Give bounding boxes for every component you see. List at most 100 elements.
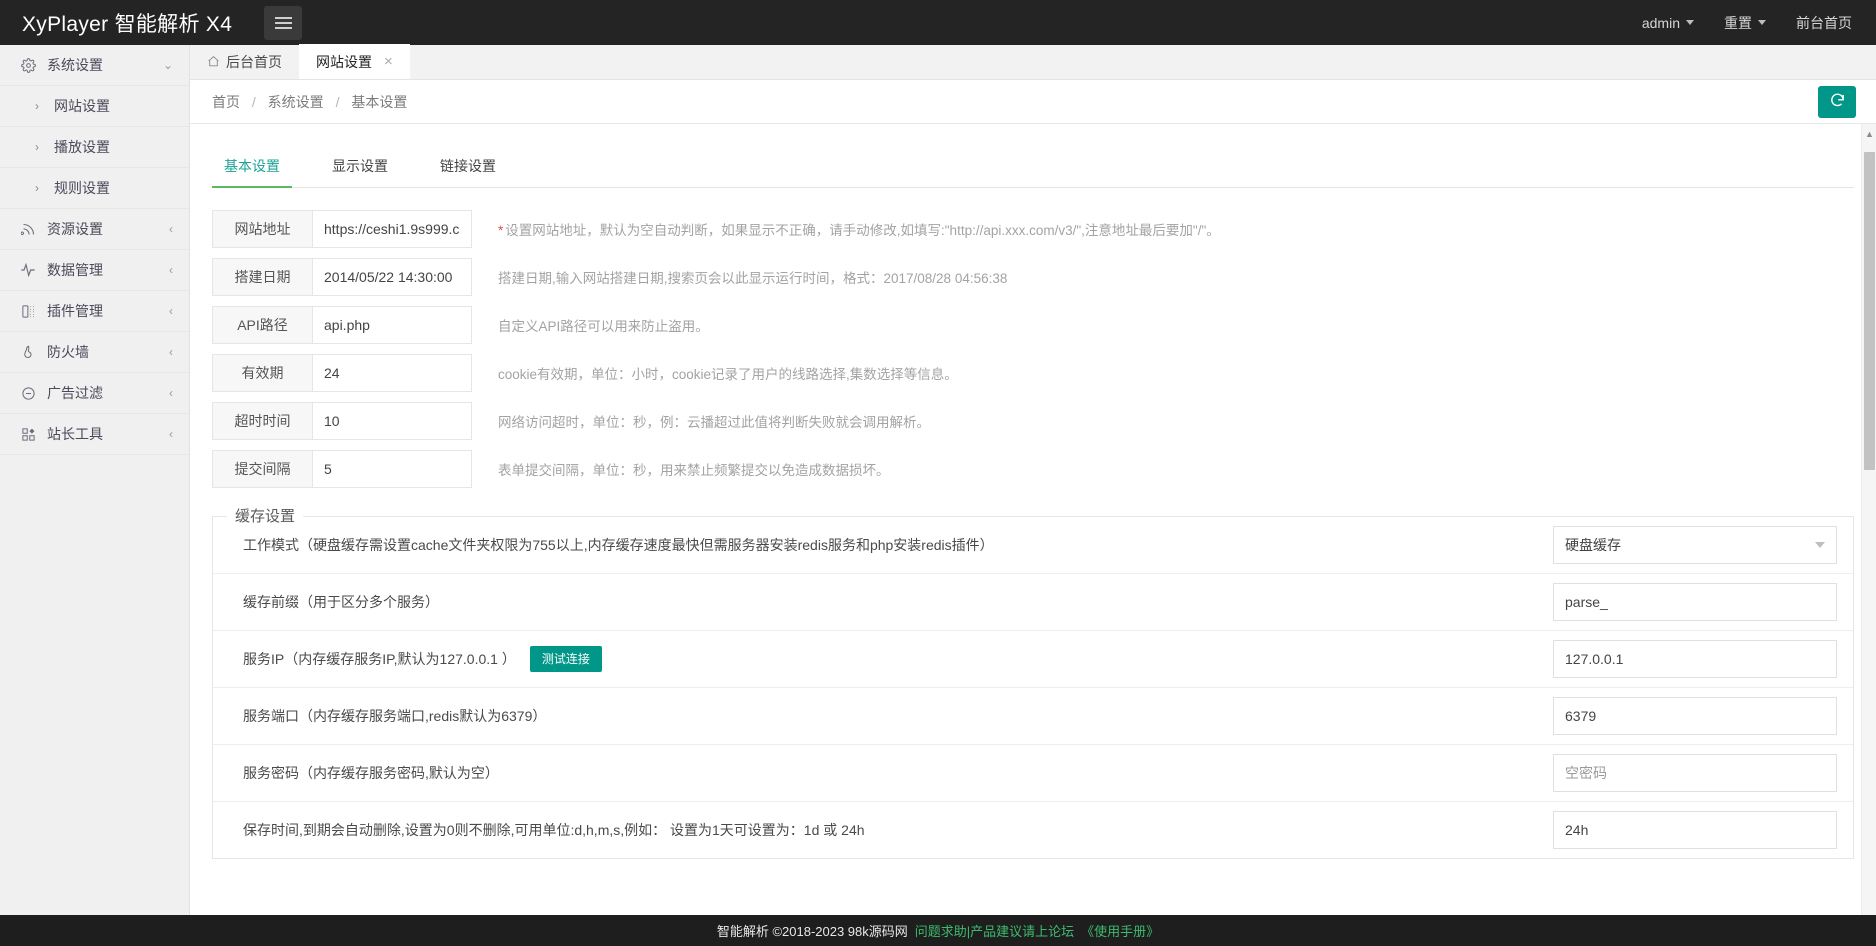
sidebar-label: 广告过滤 (47, 383, 103, 403)
form-hint: 网络访问超时，单位：秒，例：云播超过此值将判断失败就会调用解析。 (498, 411, 930, 431)
cache-settings-section: 缓存设置 工作模式（硬盘缓存需设置cache文件夹权限为755以上,内存缓存速度… (212, 516, 1854, 859)
gear-icon (18, 58, 38, 73)
home-icon (207, 55, 220, 68)
app-root: XyPlayer 智能解析 X4 admin 重置 前台首页 (0, 0, 1876, 946)
chevron-left-icon: ‹ (169, 428, 173, 440)
window-tab-website-settings[interactable]: 网站设置 × (299, 44, 410, 79)
footer-forum-link[interactable]: 问题求助|产品建议请上论坛 (915, 921, 1074, 940)
submit-interval-input[interactable] (312, 450, 472, 488)
sidebar-item-website-settings[interactable]: › 网站设置 (0, 86, 189, 127)
sidebar-nav: 系统设置 ⌄ › 网站设置 › 播放设置 › 规则设置 资源设置 ‹ (0, 45, 190, 946)
cache-prefix-input[interactable] (1553, 583, 1837, 621)
form-label: 搭建日期 (212, 258, 312, 296)
chevron-down-icon: ⌄ (163, 59, 173, 71)
window-tab-dashboard[interactable]: 后台首页 (190, 44, 299, 79)
cache-label: 服务IP（内存缓存服务IP,默认为127.0.0.1 ） 测试连接 (243, 646, 1553, 672)
sidebar-item-play-settings[interactable]: › 播放设置 (0, 127, 189, 168)
sidebar-item-firewall[interactable]: 防火墙 ‹ (0, 332, 189, 373)
minus-circle-icon (18, 386, 38, 401)
plugin-icon (18, 304, 38, 319)
sidebar-label: 系统设置 (47, 55, 103, 75)
cache-label: 服务端口（内存缓存服务端口,redis默认为6379） (243, 706, 1553, 726)
cache-label-text: 服务IP（内存缓存服务IP,默认为127.0.0.1 ） (243, 649, 516, 669)
service-ip-input[interactable] (1553, 640, 1837, 678)
breadcrumb-item-home[interactable]: 首页 (212, 94, 240, 110)
api-path-input[interactable] (312, 306, 472, 344)
form-row-site-url: 网站地址 *设置网站地址，默认为空自动判断，如果显示不正确，请手动修改,如填写:… (212, 210, 1854, 248)
scrollbar-thumb[interactable] (1864, 152, 1875, 470)
sidebar-item-data-management[interactable]: 数据管理 ‹ (0, 250, 189, 291)
vertical-scrollbar[interactable]: ▲ ▼ (1861, 124, 1876, 946)
grid-icon (18, 427, 38, 442)
work-mode-value: 硬盘缓存 (1565, 535, 1621, 555)
chevron-down-icon (1758, 20, 1766, 25)
sidebar-label: 播放设置 (54, 137, 110, 157)
header-reset-menu[interactable]: 重置 (1724, 13, 1766, 33)
cache-row-service-password: 服务密码（内存缓存服务密码,默认为空） (213, 745, 1853, 802)
header-right-actions: admin 重置 前台首页 (1642, 13, 1876, 33)
tab-display-settings[interactable]: 显示设置 (320, 156, 400, 187)
cache-label: 工作模式（硬盘缓存需设置cache文件夹权限为755以上,内存缓存速度最快但需服… (243, 535, 1553, 555)
breadcrumb-item-system-settings[interactable]: 系统设置 (268, 94, 324, 110)
breadcrumb: 首页 / 系统设置 / 基本设置 (212, 92, 407, 112)
footer-manual-link[interactable]: 《使用手册》 (1081, 921, 1159, 940)
site-url-input[interactable] (312, 210, 472, 248)
main-content-area: 后台首页 网站设置 × 首页 / 系统设置 / 基本设置 (190, 45, 1876, 946)
chevron-right-icon: › (30, 181, 44, 195)
breadcrumb-bar: 首页 / 系统设置 / 基本设置 (190, 80, 1876, 124)
sidebar-item-ad-filter[interactable]: 广告过滤 ‹ (0, 373, 189, 414)
chevron-left-icon: ‹ (169, 305, 173, 317)
sidebar-item-resource-settings[interactable]: 资源设置 ‹ (0, 209, 189, 250)
sidebar-label: 站长工具 (47, 424, 103, 444)
breadcrumb-separator: / (252, 94, 256, 110)
cache-control: 硬盘缓存 (1553, 526, 1837, 564)
form-hint: cookie有效期，单位：小时，cookie记录了用户的线路选择,集数选择等信息… (498, 363, 958, 383)
sidebar-label: 资源设置 (47, 219, 103, 239)
tab-label: 基本设置 (224, 158, 280, 174)
sidebar-label: 规则设置 (54, 178, 110, 198)
form-hint: *设置网站地址，默认为空自动判断，如果显示不正确，请手动修改,如填写:"http… (498, 219, 1220, 239)
chevron-left-icon: ‹ (169, 264, 173, 276)
header-reset-label: 重置 (1724, 13, 1752, 33)
tab-basic-settings[interactable]: 基本设置 (212, 156, 292, 187)
tab-label: 链接设置 (440, 158, 496, 174)
sidebar-item-rule-settings[interactable]: › 规则设置 (0, 168, 189, 209)
header-frontend-link[interactable]: 前台首页 (1796, 13, 1852, 33)
settings-content: 基本设置 显示设置 链接设置 网站地址 *设置网站地址，默认为空自动判断，如果显… (190, 146, 1876, 859)
basic-settings-form: 网站地址 *设置网站地址，默认为空自动判断，如果显示不正确，请手动修改,如填写:… (190, 188, 1876, 488)
close-icon[interactable]: × (384, 53, 393, 70)
form-hint-text: 设置网站地址，默认为空自动判断，如果显示不正确，请手动修改,如填写:"http:… (505, 223, 1219, 238)
service-port-input[interactable] (1553, 697, 1837, 735)
chevron-left-icon: ‹ (169, 387, 173, 399)
tab-label: 显示设置 (332, 158, 388, 174)
cache-label: 缓存前缀（用于区分多个服务） (243, 592, 1553, 612)
timeout-input[interactable] (312, 402, 472, 440)
sidebar-label: 数据管理 (47, 260, 103, 280)
chevron-right-icon: › (30, 140, 44, 154)
scroll-up-icon[interactable]: ▲ (1862, 126, 1876, 142)
sidebar-item-plugin-management[interactable]: 插件管理 ‹ (0, 291, 189, 332)
hamburger-icon[interactable] (264, 6, 302, 40)
service-password-input[interactable] (1553, 754, 1837, 792)
footer-copyright: 智能解析 ©2018-2023 98k源码网 (717, 921, 908, 940)
cache-settings-legend: 缓存设置 (227, 505, 303, 526)
cookie-expiry-input[interactable] (312, 354, 472, 392)
chevron-left-icon: ‹ (169, 223, 173, 235)
build-date-input[interactable] (312, 258, 472, 296)
header-user-menu[interactable]: admin (1642, 15, 1694, 31)
test-connection-button[interactable]: 测试连接 (530, 646, 602, 672)
form-hint: 搭建日期,输入网站搭建日期,搜索页会以此显示运行时间，格式：2017/08/28… (498, 267, 1007, 287)
tab-link-settings[interactable]: 链接设置 (428, 156, 508, 187)
cache-row-service-port: 服务端口（内存缓存服务端口,redis默认为6379） (213, 688, 1853, 745)
header-user-label: admin (1642, 15, 1680, 31)
refresh-button[interactable] (1818, 86, 1856, 118)
save-time-input[interactable] (1553, 811, 1837, 849)
cache-label: 服务密码（内存缓存服务密码,默认为空） (243, 763, 1553, 783)
work-mode-select[interactable]: 硬盘缓存 (1553, 526, 1837, 564)
form-label: API路径 (212, 306, 312, 344)
form-hint: 表单提交间隔，单位：秒，用来禁止频繁提交以免造成数据损坏。 (498, 459, 890, 479)
sidebar-item-system-settings[interactable]: 系统设置 ⌄ (0, 45, 189, 86)
chevron-left-icon: ‹ (169, 346, 173, 358)
cache-row-prefix: 缓存前缀（用于区分多个服务） (213, 574, 1853, 631)
sidebar-item-webmaster-tools[interactable]: 站长工具 ‹ (0, 414, 189, 455)
